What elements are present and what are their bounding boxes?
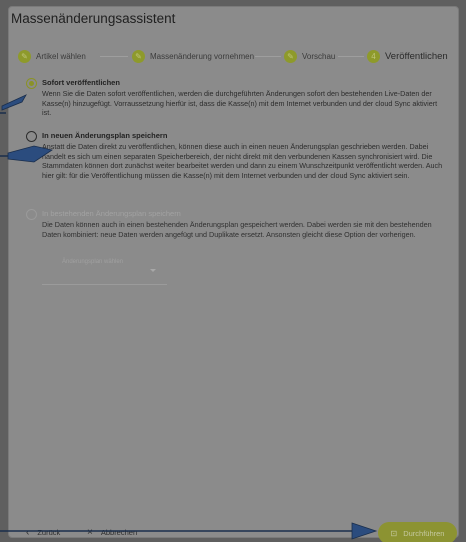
annotation-arrow-run-button [0, 522, 378, 540]
annotation-arrows [0, 94, 378, 540]
annotation-arrow-option-1 [0, 94, 27, 114]
annotation-arrow-option-2 [0, 145, 54, 163]
